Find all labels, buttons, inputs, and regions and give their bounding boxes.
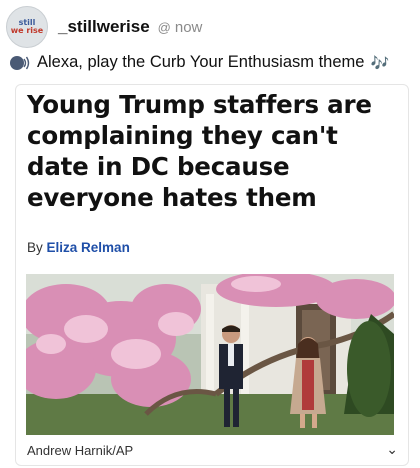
- username[interactable]: _stillwerise: [58, 17, 150, 37]
- photo-credit: Andrew Harnik/AP: [27, 443, 134, 458]
- speaking-head-icon: [10, 55, 30, 70]
- musical-notes-icon: 🎶: [370, 54, 390, 72]
- avatar[interactable]: still we rise: [6, 6, 48, 48]
- caption-text: Alexa, play the Curb Your Enthusiasm the…: [37, 53, 365, 71]
- chevron-down-icon[interactable]: ⌄: [386, 441, 398, 458]
- avatar-text-line2: we rise: [10, 26, 44, 35]
- article-photo[interactable]: [26, 274, 394, 435]
- author-link[interactable]: Eliza Relman: [47, 240, 130, 255]
- article-headline[interactable]: Young Trump staffers are complaining the…: [27, 89, 402, 213]
- byline-prefix: By: [27, 240, 43, 255]
- article-card[interactable]: Young Trump staffers are complaining the…: [15, 84, 409, 466]
- post-caption: Alexa, play the Curb Your Enthusiasm the…: [9, 53, 389, 72]
- at-icon: @: [157, 19, 171, 35]
- timestamp: now: [174, 18, 203, 36]
- article-byline: By Eliza Relman: [27, 240, 130, 255]
- post-header: still we rise _stillwerise @ now: [6, 6, 203, 48]
